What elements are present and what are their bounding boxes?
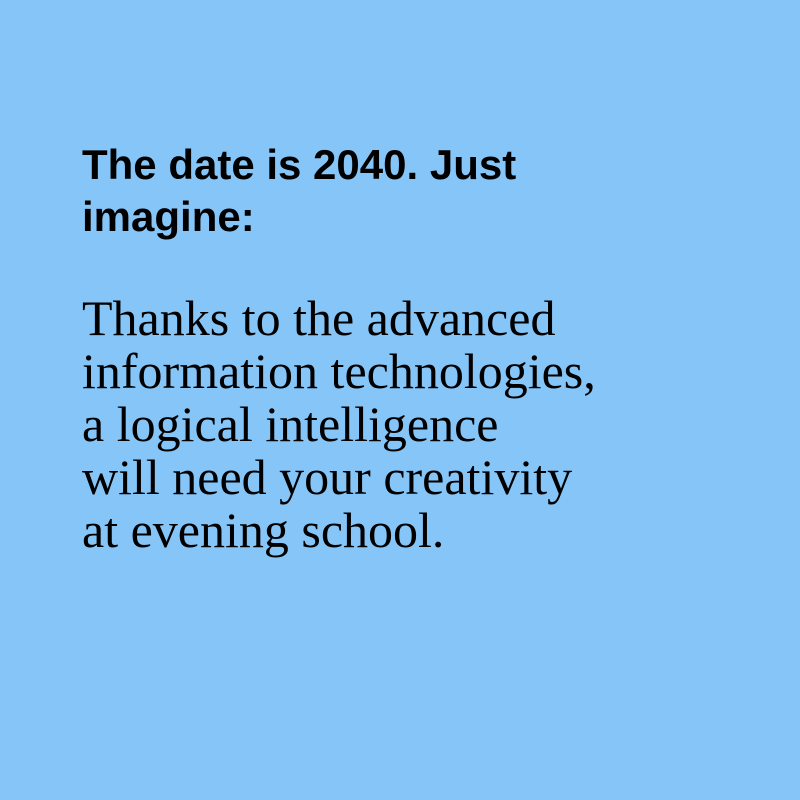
body-line: will need your creativity [82, 449, 573, 505]
headline: The date is 2040. Just imagine: [82, 139, 742, 243]
headline-line: imagine: [82, 193, 255, 240]
headline-line: The date is 2040. Just [82, 141, 517, 188]
body-paragraph: Thanks to the advanced information techn… [82, 292, 762, 557]
body-line: a logical intelligence [82, 396, 499, 452]
body-line: Thanks to the advanced [82, 290, 556, 346]
slide-canvas: The date is 2040. Just imagine: Thanks t… [0, 0, 800, 800]
body-line: information technologies, [82, 343, 596, 399]
body-line: at evening school. [82, 502, 445, 558]
